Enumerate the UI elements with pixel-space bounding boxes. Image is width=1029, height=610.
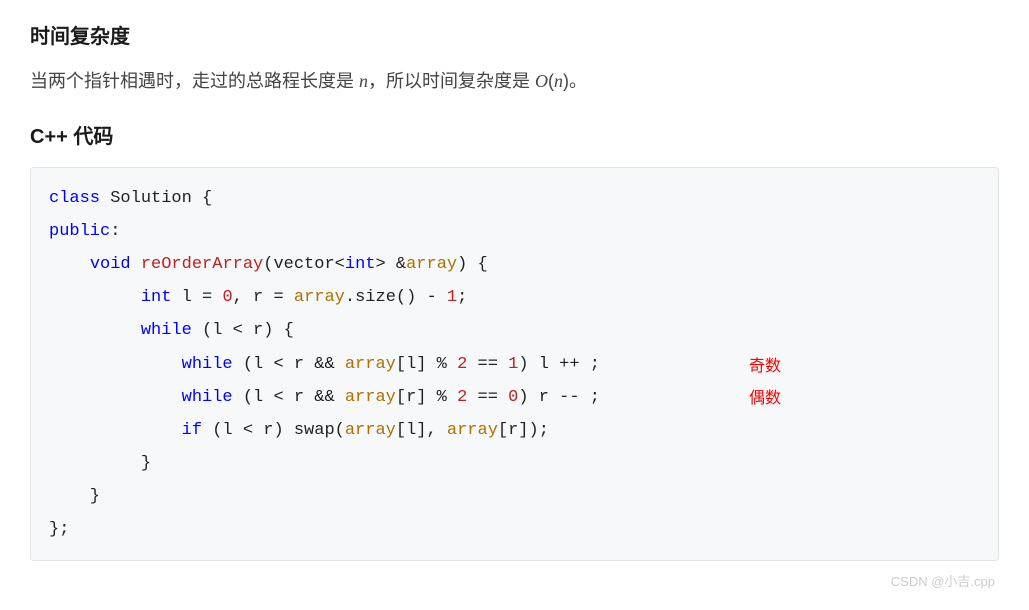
code-line4-rest2: , r = [233, 288, 294, 307]
watermark: CSDN @小吉.cpp [30, 571, 999, 590]
code-num-2-7: 2 [457, 388, 467, 407]
code-num-0: 0 [222, 288, 232, 307]
code-line8-rest1: (l < r) swap( [202, 421, 345, 440]
code-num-1-6: 1 [508, 355, 518, 374]
code-line2-rest: : [110, 222, 120, 241]
para-text-1: 当两个指针相遇时，走过的总路程长度是 [30, 71, 359, 91]
code-line4-rest4: ; [457, 288, 467, 307]
code-line7-rest3: == [467, 388, 508, 407]
code-type-array-6: array [345, 355, 396, 374]
code-kw-class: class [49, 189, 100, 208]
code-line8-rest3: [r]); [498, 421, 549, 440]
math-big-o: O [535, 71, 548, 91]
code-line7-rest4: ) r -- ; [518, 388, 600, 407]
code-sp-3 [131, 255, 141, 274]
code-fn-reorder: reOrderArray [141, 255, 263, 274]
code-block: class Solution { public: void reOrderArr… [30, 167, 999, 562]
annotation-even: 偶数 [749, 383, 781, 414]
code-kw-int-3: int [345, 255, 376, 274]
code-heading: C++ 代码 [30, 120, 999, 149]
code-line3-rest3: ) { [457, 255, 488, 274]
code-line6-rest1: (l < r && [233, 355, 345, 374]
code-indent-6 [49, 355, 182, 374]
code-line4-rest3: .size() - [345, 288, 447, 307]
para-text-3: 。 [569, 71, 587, 91]
code-line5-rest: (l < r) { [192, 321, 294, 340]
code-type-array-3: array [406, 255, 457, 274]
code-kw-while-6: while [182, 355, 233, 374]
code-line6-rest3: == [467, 355, 508, 374]
code-line4-rest1: l = [171, 288, 222, 307]
time-complexity-heading: 时间复杂度 [30, 20, 999, 49]
code-num-1: 1 [447, 288, 457, 307]
code-kw-if: if [182, 421, 202, 440]
code-kw-int-4: int [141, 288, 172, 307]
code-kw-void: void [90, 255, 131, 274]
code-indent-5 [49, 321, 141, 340]
para-text-2: ，所以时间复杂度是 [368, 71, 535, 91]
code-type-array-4: array [294, 288, 345, 307]
code-line3-rest2: > & [375, 255, 406, 274]
code-indent-3 [49, 255, 90, 274]
code-num-0-7: 0 [508, 388, 518, 407]
code-kw-while-5: while [141, 321, 192, 340]
code-num-2-6: 2 [457, 355, 467, 374]
code-indent-8 [49, 421, 182, 440]
code-type-array-8a: array [345, 421, 396, 440]
code-line8-rest2: [l], [396, 421, 447, 440]
code-kw-public: public [49, 222, 110, 241]
math-n: n [359, 71, 368, 91]
code-line9: } [49, 454, 151, 473]
code-line11: }; [49, 520, 69, 539]
code-type-array-7: array [345, 388, 396, 407]
code-kw-while-7: while [182, 388, 233, 407]
code-line7-rest1: (l < r && [233, 388, 345, 407]
code-line6-rest2: [l] % [396, 355, 457, 374]
code-line1-rest: Solution { [100, 189, 212, 208]
code-indent-7 [49, 388, 182, 407]
code-indent-4 [49, 288, 141, 307]
annotation-odd: 奇数 [749, 351, 781, 382]
code-line10: } [49, 487, 100, 506]
math-n-2: n [554, 71, 563, 91]
code-line6-rest4: ) l ++ ; [518, 355, 600, 374]
code-line3-rest1: (vector< [263, 255, 345, 274]
code-line7-rest2: [r] % [396, 388, 457, 407]
code-type-array-8b: array [447, 421, 498, 440]
annotation-layer: 奇数 偶数 [31, 168, 50, 301]
time-complexity-paragraph: 当两个指针相遇时，走过的总路程长度是 n，所以时间复杂度是 O(n)。 [30, 67, 999, 96]
